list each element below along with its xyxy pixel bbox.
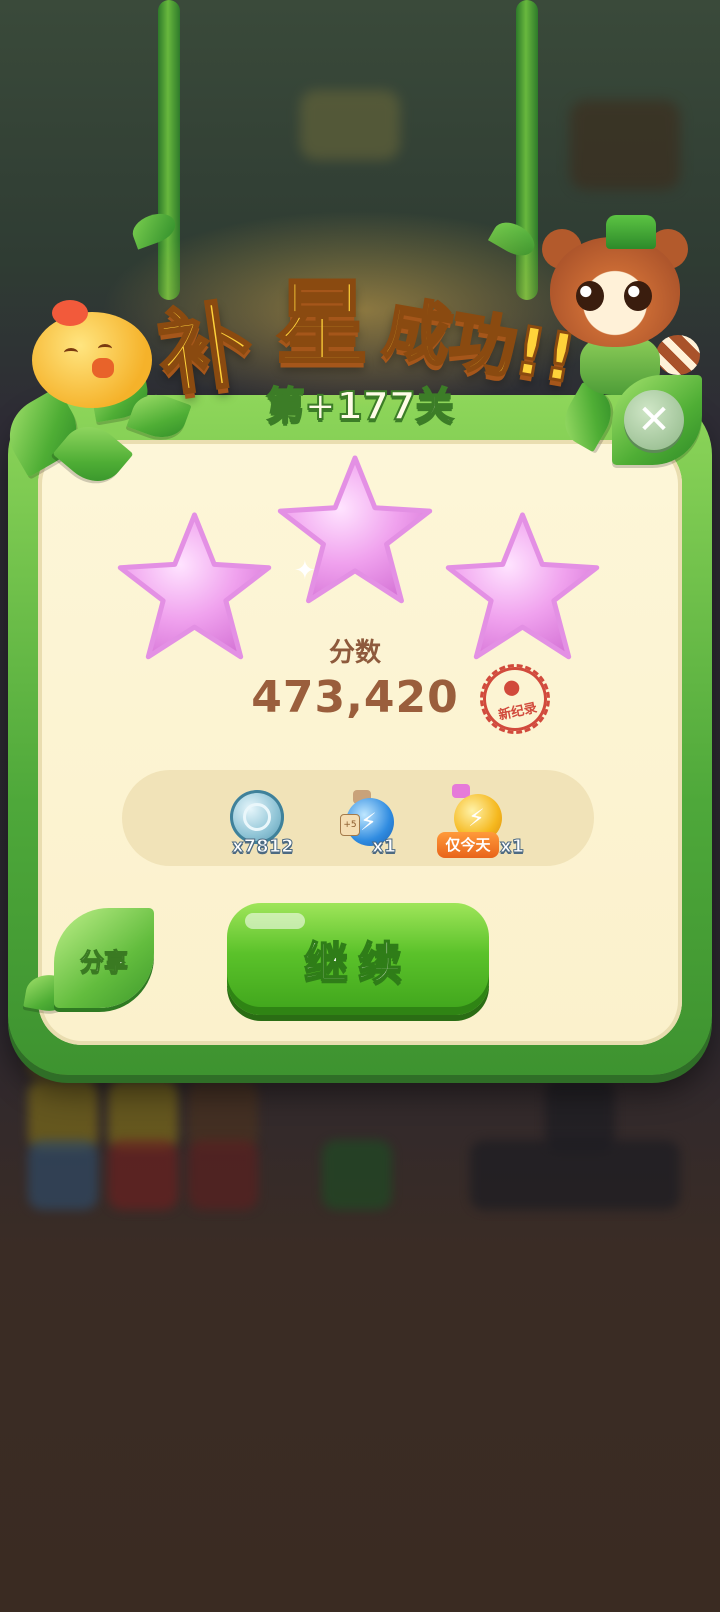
paw-icon: ●: [500, 672, 523, 701]
today-only-badge: 仅今天: [437, 832, 499, 858]
continue-button[interactable]: 继续: [227, 903, 489, 1015]
chick-comb: [52, 300, 88, 326]
board-tile: [322, 1140, 392, 1210]
raccoon-eye: [624, 281, 652, 311]
close-button[interactable]: ✕: [624, 390, 684, 450]
board-tile: [108, 1140, 178, 1210]
potion-tag: +5: [340, 814, 360, 836]
raccoon-head: [550, 237, 680, 347]
share-label: 分享: [80, 948, 129, 977]
title-char: 补: [151, 289, 260, 411]
star-icon: [277, 455, 433, 604]
raccoon-mascot: [540, 215, 700, 395]
score-label: 分数: [328, 638, 381, 668]
sparkle-icon: ✦: [294, 556, 316, 586]
chick-body: [32, 312, 152, 408]
bolt-icon: ⚡: [360, 808, 377, 836]
bolt-icon: ⚡: [468, 804, 485, 832]
coin-inner: [243, 803, 271, 831]
share-button[interactable]: 分享: [42, 908, 154, 1016]
board-tile: [28, 1140, 98, 1210]
chick-eye: [98, 344, 112, 353]
reward-count: x7812: [232, 836, 295, 858]
close-icon: ✕: [637, 397, 671, 443]
score-value: 473,420: [251, 672, 459, 723]
background-decor: [570, 100, 680, 190]
board-tile: [470, 1140, 680, 1210]
chick-eye: [64, 348, 78, 357]
chick-beak: [92, 358, 114, 378]
title-char: 星: [274, 269, 369, 379]
reward-count: x1: [499, 836, 525, 858]
raccoon-eye: [576, 281, 604, 311]
star-icon: [117, 512, 272, 660]
new-record-label: 新纪录: [497, 700, 539, 724]
raccoon-hat: [606, 215, 656, 249]
reward-count: x1: [371, 836, 397, 858]
star-icon: [445, 512, 600, 660]
background-decor: [300, 90, 400, 160]
level-tag: 第+177关: [265, 383, 454, 429]
board-tile: [188, 1140, 258, 1210]
chick-mascot: [12, 300, 162, 410]
continue-label: 继续: [303, 937, 412, 990]
raccoon-tail: [656, 335, 700, 375]
